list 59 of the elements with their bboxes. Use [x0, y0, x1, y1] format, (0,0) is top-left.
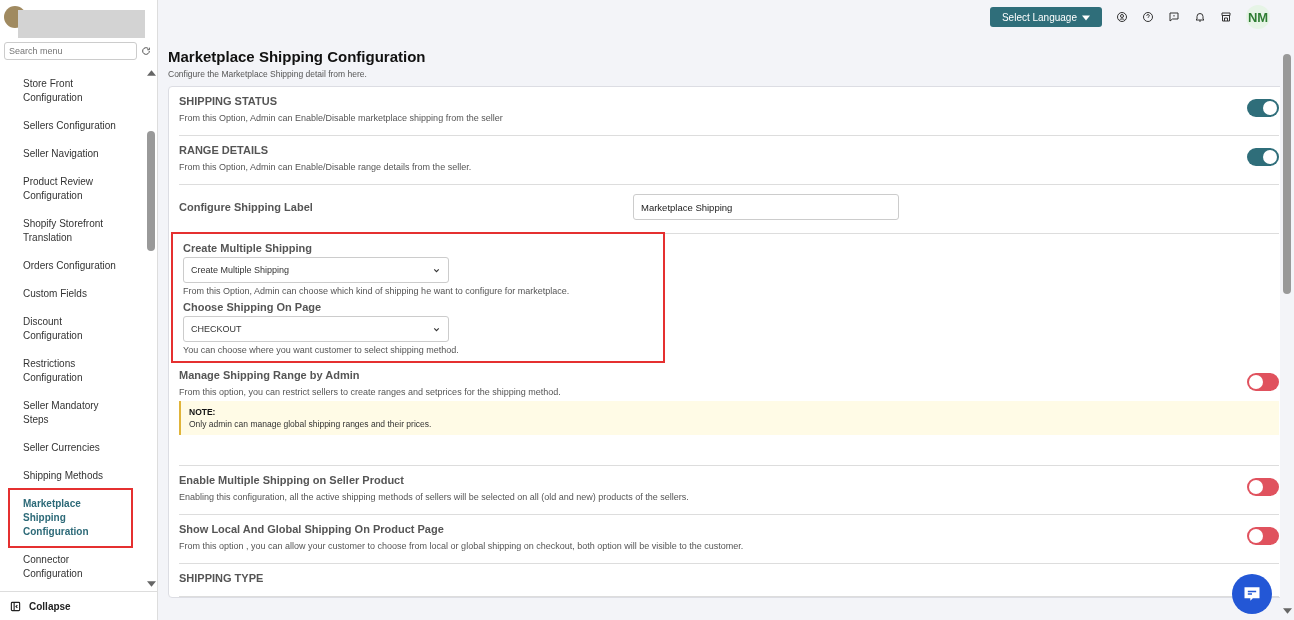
scrollbar-thumb[interactable]: [147, 131, 155, 251]
user-avatar[interactable]: NM: [1246, 5, 1270, 29]
field-description: You can choose where you want customer to select shipping method.: [183, 345, 460, 355]
toggle-switch[interactable]: [1247, 527, 1279, 545]
scrollbar-thumb[interactable]: [1283, 54, 1291, 294]
sidebar-item[interactable]: Seller Mandatory Steps: [10, 392, 131, 434]
field-label: Create Multiple Shipping: [183, 242, 313, 254]
scroll-down-icon[interactable]: [146, 581, 156, 587]
toggle-switch[interactable]: [1247, 373, 1279, 391]
section-title: SHIPPING TYPE: [179, 572, 264, 584]
toggle-switch[interactable]: [1247, 99, 1279, 117]
search-field[interactable]: Search menu: [4, 42, 137, 60]
input-field[interactable]: Marketplace Shipping: [633, 194, 899, 220]
help-icon[interactable]: [1142, 11, 1154, 23]
sidebar-item[interactable]: Custom Fields: [10, 280, 131, 308]
page-title: Marketplace Shipping Configuration: [168, 48, 427, 65]
section-title: Configure Shipping Label: [179, 201, 313, 213]
chat-icon[interactable]: [1168, 11, 1180, 23]
scroll-down-icon[interactable]: [1282, 608, 1292, 614]
field-label: Choose Shipping On Page: [183, 301, 323, 313]
page-subtitle: Configure the Marketplace Shipping detail from here.: [168, 69, 368, 79]
note-heading: NOTE:: [189, 407, 217, 417]
dropdown-field[interactable]: CHECKOUT: [183, 316, 449, 342]
section-title: Manage Shipping Range by Admin: [179, 369, 361, 381]
refresh-icon[interactable]: [141, 46, 151, 56]
section-title: SHIPPING STATUS: [179, 95, 278, 107]
sidebar-item[interactable]: Seller Navigation: [10, 140, 131, 168]
note-text: Only admin can manage global shipping ranges and their prices.: [189, 419, 433, 429]
sidebar-item[interactable]: Restrictions Configuration: [10, 350, 131, 392]
store-icon[interactable]: [1220, 11, 1232, 23]
sidebar-item[interactable]: Shipping Methods: [10, 462, 131, 490]
section-description: From this option, you can restrict sellers to create ranges and setprices for the shipping method.: [179, 387, 562, 397]
bell-icon[interactable]: [1194, 11, 1206, 23]
sidebar-item[interactable]: Connector Configuration: [10, 546, 131, 588]
sidebar-icon: [10, 600, 21, 612]
sidebar-item[interactable]: Seller Currencies: [10, 434, 131, 462]
section-description: From this Option, Admin can Enable/Disable range details from the seller.: [179, 162, 473, 172]
sidebar-item[interactable]: Marketplace Shipping Configuration: [10, 490, 131, 546]
section-description: Enabling this configuration, all the active shipping methods of sellers will be selected on all (old and new) products of the sellers.: [179, 492, 690, 502]
sidebar-item[interactable]: Sellers Configuration: [10, 112, 131, 140]
sidebar-item[interactable]: Orders Configuration: [10, 252, 131, 280]
scroll-up-icon[interactable]: [146, 70, 156, 76]
sidebar-item[interactable]: Shopify Storefront Translation: [10, 210, 131, 252]
sidebar-item[interactable]: Discount Configuration: [10, 308, 131, 350]
language-button[interactable]: Select Language: [989, 7, 1102, 27]
section-description: From this option , you can allow your customer to choose from local or global shipping on checkout, both option will be visible to the customer.: [179, 541, 745, 551]
collapse-button[interactable]: Collapse: [10, 600, 71, 612]
section-title: Show Local And Global Shipping On Product Page: [179, 523, 445, 535]
toggle-switch[interactable]: [1247, 148, 1279, 166]
section-title: Enable Multiple Shipping on Seller Product: [179, 474, 405, 486]
field-description: From this Option, Admin can choose which kind of shipping he want to configure for marketplace.: [183, 286, 571, 296]
toggle-switch[interactable]: [1247, 478, 1279, 496]
section-description: From this Option, Admin can Enable/Disable marketplace shipping from the seller: [179, 113, 504, 123]
sidebar-item[interactable]: Product Review Configuration: [10, 168, 131, 210]
sidebar-item[interactable]: Store Front Configuration: [10, 70, 131, 112]
section-title: RANGE DETAILS: [179, 144, 270, 156]
caret-icon: [1082, 14, 1090, 21]
user-icon[interactable]: [1116, 11, 1128, 23]
dropdown-field[interactable]: Create Multiple Shipping: [183, 257, 449, 283]
